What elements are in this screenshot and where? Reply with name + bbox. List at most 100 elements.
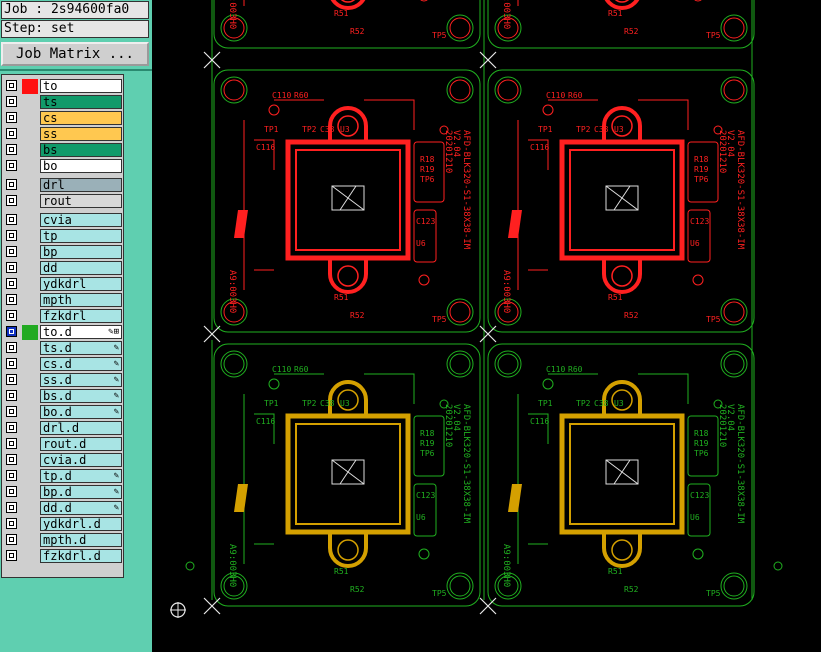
layer-name[interactable]: bs — [40, 143, 122, 157]
layer-checkbox[interactable] — [6, 294, 17, 305]
layer-name[interactable]: bp.d ✎ — [40, 485, 122, 499]
layer-color-swatch[interactable] — [22, 293, 38, 308]
layer-checkbox[interactable] — [6, 179, 17, 190]
layer-color-swatch[interactable] — [22, 453, 38, 468]
layer-name[interactable]: ydkdrl — [40, 277, 122, 291]
layer-name[interactable]: to.d ✎⊞ — [40, 325, 122, 339]
layer-color-swatch[interactable] — [22, 501, 38, 516]
layer-name[interactable]: tp — [40, 229, 122, 243]
layer-color-swatch[interactable] — [22, 261, 38, 276]
layer-row-bs[interactable]: bs — [5, 143, 122, 158]
layer-color-swatch[interactable] — [22, 159, 38, 174]
layer-checkbox[interactable] — [6, 486, 17, 497]
layer-checkbox[interactable] — [6, 246, 17, 257]
layer-color-swatch[interactable] — [22, 229, 38, 244]
layer-row-to-d[interactable]: to.d ✎⊞ — [5, 325, 122, 340]
layer-checkbox[interactable] — [6, 374, 17, 385]
layer-color-swatch[interactable] — [22, 79, 38, 94]
layer-color-swatch[interactable] — [22, 485, 38, 500]
layer-checkbox[interactable] — [6, 80, 17, 91]
layer-row-ydkdrl-d[interactable]: ydkdrl.d — [5, 517, 122, 532]
layer-color-swatch[interactable] — [22, 517, 38, 532]
layer-name[interactable]: rout — [40, 194, 122, 208]
layer-name[interactable]: cs — [40, 111, 122, 125]
layer-row-fzkdrl-d[interactable]: fzkdrl.d — [5, 549, 122, 564]
layer-name[interactable]: dd.d ✎ — [40, 501, 122, 515]
layer-name[interactable]: bo — [40, 159, 122, 173]
layer-checkbox[interactable] — [6, 214, 17, 225]
layer-color-swatch[interactable] — [22, 373, 38, 388]
layer-name[interactable]: bp — [40, 245, 122, 259]
layer-color-swatch[interactable] — [22, 213, 38, 228]
layer-color-swatch[interactable] — [22, 437, 38, 452]
layer-row-cvia[interactable]: cvia — [5, 213, 122, 228]
layer-name[interactable]: fzkdrl — [40, 309, 122, 323]
layer-name[interactable]: cvia.d — [40, 453, 122, 467]
layer-name[interactable]: bs.d ✎ — [40, 389, 122, 403]
layer-name[interactable]: ts — [40, 95, 122, 109]
layer-color-swatch[interactable] — [22, 277, 38, 292]
layer-checkbox[interactable] — [6, 326, 17, 337]
layer-row-cs-d[interactable]: cs.d ✎ — [5, 357, 122, 372]
layer-checkbox[interactable] — [6, 278, 17, 289]
layer-checkbox[interactable] — [6, 160, 17, 171]
layer-row-bp-d[interactable]: bp.d ✎ — [5, 485, 122, 500]
layer-checkbox[interactable] — [6, 230, 17, 241]
layer-row-mpth-d[interactable]: mpth.d — [5, 533, 122, 548]
layer-row-ts[interactable]: ts — [5, 95, 122, 110]
layer-checkbox[interactable] — [6, 112, 17, 123]
layer-checkbox[interactable] — [6, 518, 17, 529]
layer-color-swatch[interactable] — [22, 178, 38, 193]
layer-checkbox[interactable] — [6, 438, 17, 449]
layer-name[interactable]: ydkdrl.d — [40, 517, 122, 531]
layer-checkbox[interactable] — [6, 144, 17, 155]
layer-color-swatch[interactable] — [22, 421, 38, 436]
layer-name[interactable]: dd — [40, 261, 122, 275]
layer-checkbox[interactable] — [6, 195, 17, 206]
layer-row-bo-d[interactable]: bo.d ✎ — [5, 405, 122, 420]
layer-name[interactable]: ts.d ✎ — [40, 341, 122, 355]
layer-checkbox[interactable] — [6, 390, 17, 401]
job-matrix-button[interactable]: Job Matrix ... — [1, 42, 149, 66]
layer-checkbox[interactable] — [6, 470, 17, 481]
layer-checkbox[interactable] — [6, 502, 17, 513]
layer-row-cvia-d[interactable]: cvia.d — [5, 453, 122, 468]
layer-row-fzkdrl[interactable]: fzkdrl — [5, 309, 122, 324]
layer-checkbox[interactable] — [6, 406, 17, 417]
layer-color-swatch[interactable] — [22, 143, 38, 158]
layer-checkbox[interactable] — [6, 96, 17, 107]
layer-color-swatch[interactable] — [22, 533, 38, 548]
layer-name[interactable]: drl.d — [40, 421, 122, 435]
layer-row-tp[interactable]: tp — [5, 229, 122, 244]
layer-name[interactable]: cs.d ✎ — [40, 357, 122, 371]
layer-row-ss-d[interactable]: ss.d ✎ — [5, 373, 122, 388]
layer-color-swatch[interactable] — [22, 127, 38, 142]
layer-row-to[interactable]: to — [5, 79, 122, 94]
layer-checkbox[interactable] — [6, 310, 17, 321]
layer-row-ydkdrl[interactable]: ydkdrl — [5, 277, 122, 292]
layer-row-rout[interactable]: rout — [5, 194, 122, 209]
layer-color-swatch[interactable] — [22, 111, 38, 126]
layer-checkbox[interactable] — [6, 128, 17, 139]
layer-color-swatch[interactable] — [22, 325, 38, 340]
layer-row-ss[interactable]: ss — [5, 127, 122, 142]
layer-name[interactable]: drl — [40, 178, 122, 192]
layer-color-swatch[interactable] — [22, 357, 38, 372]
layer-checkbox[interactable] — [6, 454, 17, 465]
layer-row-ts-d[interactable]: ts.d ✎ — [5, 341, 122, 356]
layer-row-dd[interactable]: dd — [5, 261, 122, 276]
layer-checkbox[interactable] — [6, 358, 17, 369]
layer-name[interactable]: mpth.d — [40, 533, 122, 547]
layer-checkbox[interactable] — [6, 262, 17, 273]
layer-color-swatch[interactable] — [22, 95, 38, 110]
layer-row-drl-d[interactable]: drl.d — [5, 421, 122, 436]
layer-name[interactable]: mpth — [40, 293, 122, 307]
layer-row-drl[interactable]: drl — [5, 178, 122, 193]
layer-checkbox[interactable] — [6, 534, 17, 545]
layer-checkbox[interactable] — [6, 550, 17, 561]
layer-color-swatch[interactable] — [22, 309, 38, 324]
layer-color-swatch[interactable] — [22, 549, 38, 564]
pcb-canvas[interactable]: C110R60TP1TP2C38U3C116R18R19TP6C123U6R51… — [152, 0, 821, 652]
layer-checkbox[interactable] — [6, 422, 17, 433]
layer-name[interactable]: to — [40, 79, 122, 93]
